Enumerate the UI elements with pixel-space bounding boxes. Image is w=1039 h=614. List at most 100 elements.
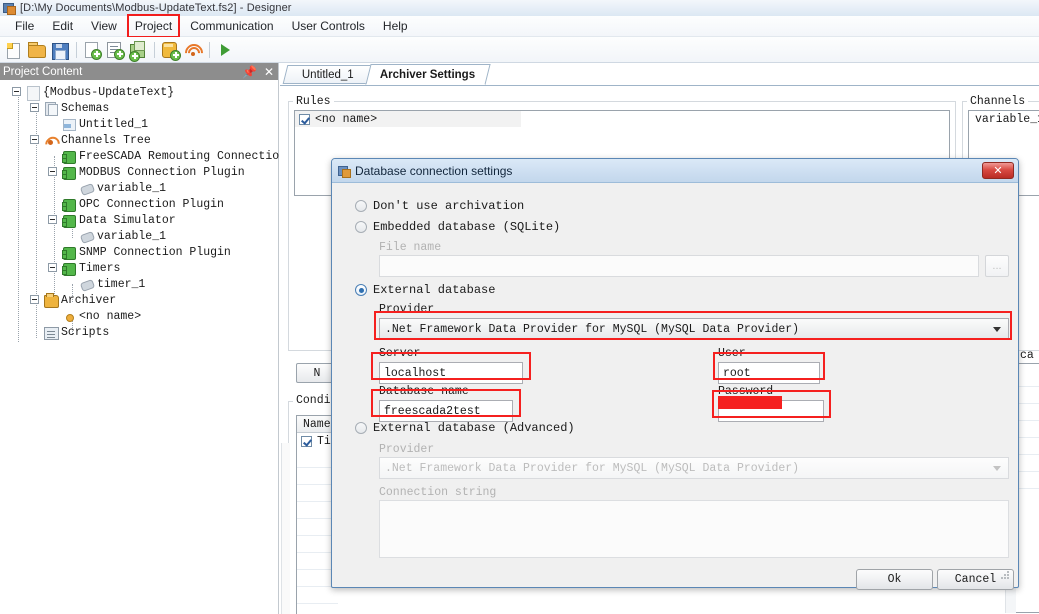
- tab-archiver-settings[interactable]: Archiver Settings: [365, 64, 491, 85]
- database-name-label: Database name: [379, 385, 469, 398]
- condition-checkbox[interactable]: [301, 436, 312, 447]
- tree-node-label: MODBUS Connection Plugin: [79, 165, 245, 179]
- grid-line: [297, 603, 338, 604]
- ok-button[interactable]: Ok: [856, 569, 933, 590]
- run-icon[interactable]: [214, 39, 236, 61]
- tree-node-label: Schemas: [61, 101, 110, 115]
- grid-line: [1016, 437, 1039, 438]
- channel-list-item[interactable]: variable_1: [969, 111, 1039, 127]
- menu-view[interactable]: View: [82, 17, 126, 35]
- browse-file-button[interactable]: ...: [985, 255, 1009, 277]
- radio-icon[interactable]: [355, 200, 367, 212]
- server-input[interactable]: localhost: [379, 362, 523, 384]
- expander-icon[interactable]: [30, 295, 39, 304]
- menu-help[interactable]: Help: [374, 17, 417, 35]
- option-embedded-sqlite[interactable]: Embedded database (SQLite): [355, 220, 560, 234]
- tree-node-data-simulator[interactable]: Data Simulator: [0, 212, 278, 228]
- tree-node-timers[interactable]: Timers: [0, 260, 278, 276]
- toolbar-separator: [209, 41, 210, 58]
- menu-communication[interactable]: Communication: [181, 17, 282, 35]
- tree-node-freescada-remouting[interactable]: FreeSCADA Remouting Connection Pl: [0, 148, 307, 164]
- option-label: Embedded database (SQLite): [373, 220, 561, 234]
- add-form-icon[interactable]: [104, 39, 126, 61]
- rules-group-label: Rules: [293, 95, 334, 108]
- tree-node-label: Timers: [79, 261, 121, 275]
- add-database-icon[interactable]: [159, 39, 181, 61]
- tree-node-untitled-1[interactable]: Untitled_1: [0, 116, 278, 132]
- tree-node-archiver[interactable]: Archiver: [0, 292, 278, 308]
- tree-node-no-name-rule[interactable]: <no name>: [0, 308, 278, 324]
- expander-icon[interactable]: [12, 87, 21, 96]
- connection-string-input[interactable]: [379, 500, 1009, 558]
- menu-edit[interactable]: Edit: [43, 17, 82, 35]
- tree-node-label: <no name>: [79, 309, 142, 323]
- add-page-icon[interactable]: [81, 39, 103, 61]
- tree-node-timer-1[interactable]: timer_1: [0, 276, 278, 292]
- tree-node-scripts[interactable]: Scripts: [0, 324, 278, 340]
- option-external-database[interactable]: External database: [355, 283, 495, 297]
- menu-file[interactable]: File: [6, 17, 43, 35]
- save-icon[interactable]: [49, 39, 71, 61]
- tree-node-opc-plugin[interactable]: OPC Connection Plugin: [0, 196, 278, 212]
- rule-checkbox[interactable]: [299, 113, 310, 125]
- tree-node-project[interactable]: {Modbus-UpdateText}: [0, 84, 278, 101]
- expander-icon[interactable]: [48, 263, 57, 272]
- grid-line: [1016, 488, 1039, 489]
- menu-user-controls[interactable]: User Controls: [283, 17, 374, 35]
- tree-node-variable-1-sim[interactable]: variable_1: [0, 228, 278, 244]
- tree-node-snmp-plugin[interactable]: SNMP Connection Plugin: [0, 244, 278, 260]
- channels-icon: [42, 133, 63, 154]
- expander-icon[interactable]: [48, 215, 57, 224]
- tree-node-modbus-plugin[interactable]: MODBUS Connection Plugin: [0, 164, 278, 180]
- open-folder-icon[interactable]: [26, 39, 48, 61]
- provider-combo[interactable]: .Net Framework Data Provider for MySQL (…: [379, 318, 1009, 340]
- resize-grip[interactable]: [999, 569, 1010, 580]
- server-label: Server: [379, 347, 421, 360]
- variable-icon: [79, 230, 96, 244]
- file-name-label: File name: [379, 241, 442, 254]
- expander-icon[interactable]: [30, 103, 39, 112]
- option-external-advanced[interactable]: External database (Advanced): [355, 421, 575, 435]
- project-icon: [26, 85, 40, 101]
- menu-project[interactable]: Project: [126, 14, 181, 38]
- radio-icon[interactable]: [355, 422, 367, 434]
- radio-icon[interactable]: [355, 221, 367, 233]
- plugin-icon: [62, 214, 76, 228]
- file-name-input[interactable]: [379, 255, 979, 277]
- advanced-provider-value: .Net Framework Data Provider for MySQL (…: [385, 461, 800, 475]
- chevron-down-icon: [993, 327, 1001, 332]
- tree-node-schemas[interactable]: Schemas: [0, 100, 278, 116]
- provider-label: Provider: [379, 303, 435, 316]
- rules-list-item[interactable]: <no name>: [295, 111, 521, 127]
- project-content-header: Project Content 📌 ✕: [0, 63, 278, 80]
- database-name-input[interactable]: freescada2test: [379, 400, 513, 422]
- expander-icon[interactable]: [30, 135, 39, 144]
- close-icon[interactable]: ✕: [264, 66, 274, 78]
- dialog-app-icon: [338, 165, 351, 178]
- dialog-body: Don't use archivation Embedded database …: [337, 187, 1014, 590]
- condition-label: Ti: [317, 435, 331, 448]
- advanced-provider-combo[interactable]: .Net Framework Data Provider for MySQL (…: [379, 457, 1009, 479]
- tree-node-channels-tree[interactable]: Channels Tree: [0, 132, 278, 154]
- expander-icon[interactable]: [48, 167, 57, 176]
- tree-node-label: OPC Connection Plugin: [79, 197, 224, 211]
- tab-untitled-1[interactable]: Untitled_1: [282, 65, 374, 84]
- plugin-icon: [62, 246, 76, 260]
- add-script-icon[interactable]: [127, 39, 149, 62]
- tree-node-label: SNMP Connection Plugin: [79, 245, 231, 259]
- close-icon[interactable]: ✕: [982, 162, 1014, 179]
- splitter-left[interactable]: [281, 443, 290, 614]
- document-tabstrip: Untitled_1 Archiver Settings: [280, 63, 1039, 86]
- connection-icon[interactable]: [181, 39, 207, 66]
- grid-line: [1016, 420, 1039, 421]
- dialog-title: Database connection settings: [355, 163, 513, 178]
- variable-icon: [79, 182, 96, 196]
- radio-icon[interactable]: [355, 284, 367, 296]
- pin-icon[interactable]: 📌: [242, 66, 257, 78]
- tree-node-variable-1[interactable]: variable_1: [0, 180, 278, 196]
- option-no-archivation[interactable]: Don't use archivation: [355, 199, 524, 213]
- user-input[interactable]: root: [718, 362, 820, 384]
- plugin-icon: [62, 198, 76, 212]
- new-document-icon[interactable]: [3, 39, 25, 61]
- channels-group-label: Channels: [967, 95, 1029, 108]
